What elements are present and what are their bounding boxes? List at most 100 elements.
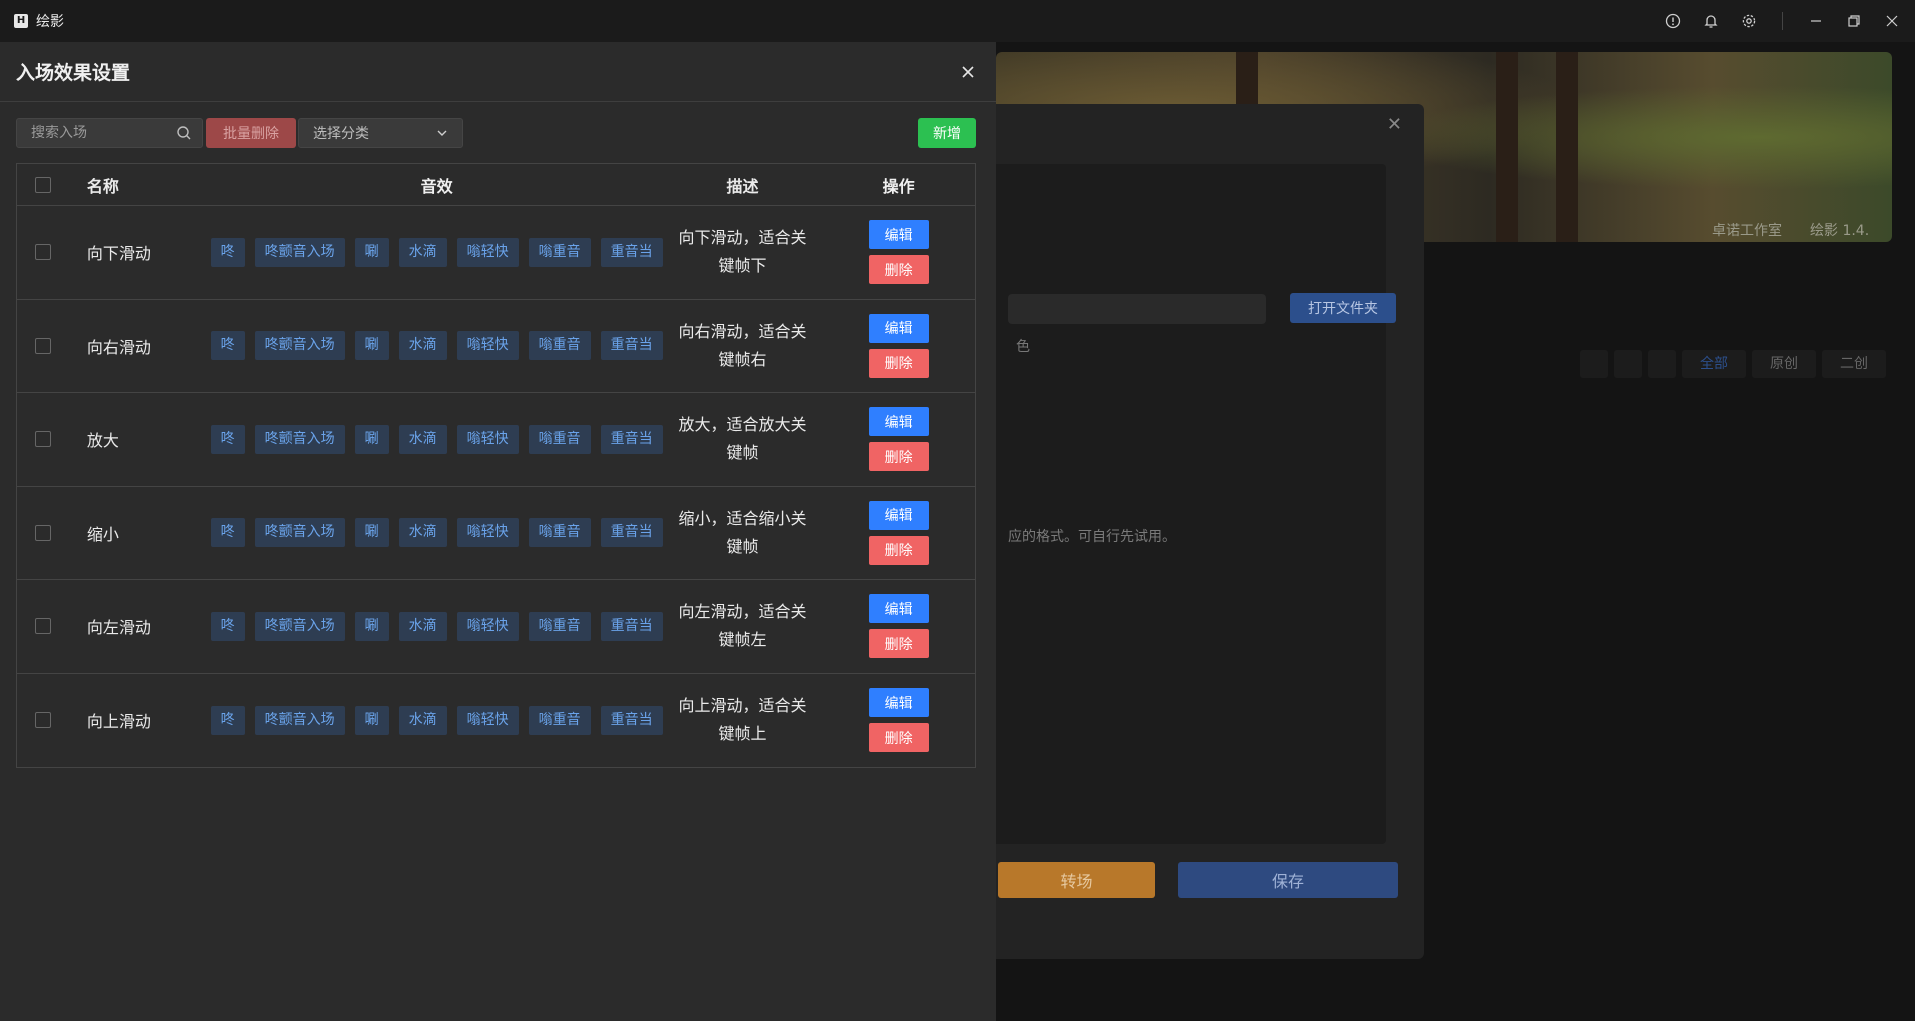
- delete-button[interactable]: 删除: [868, 348, 929, 378]
- minimize-icon[interactable]: [1805, 10, 1827, 32]
- open-folder-button: 打开文件夹: [1290, 293, 1396, 323]
- close-icon[interactable]: [958, 62, 978, 82]
- audio-tag[interactable]: 唰: [354, 424, 389, 454]
- audio-tag[interactable]: 咚: [210, 331, 245, 361]
- audio-tag[interactable]: 咚颤音入场: [254, 518, 345, 548]
- info-icon[interactable]: [1662, 10, 1684, 32]
- audio-tag[interactable]: 嗡轻快: [456, 518, 519, 548]
- audio-tag[interactable]: 咚颤音入场: [254, 424, 345, 454]
- bell-icon[interactable]: [1700, 10, 1722, 32]
- edit-button[interactable]: 编辑: [868, 688, 929, 718]
- search-input[interactable]: [17, 119, 167, 147]
- audio-tag[interactable]: 重音当: [600, 611, 663, 641]
- row-checkbox[interactable]: [34, 712, 51, 729]
- audio-tag[interactable]: 重音当: [600, 705, 663, 735]
- audio-tag[interactable]: 嗡重音: [528, 705, 591, 735]
- path-input: [1008, 294, 1266, 324]
- audio-tag[interactable]: 咚颤音入场: [254, 705, 345, 735]
- row-name: 向下滑动: [86, 244, 151, 264]
- row-audio-tags: 咚 咚颤音入场 唰 水滴 嗡轻快 嗡重音 重音当: [209, 611, 663, 641]
- audio-tag[interactable]: 嗡轻快: [456, 331, 519, 361]
- divider: [1782, 12, 1783, 30]
- audio-tag[interactable]: 水滴: [398, 705, 447, 735]
- audio-tag[interactable]: 唰: [354, 705, 389, 735]
- delete-button[interactable]: 删除: [868, 723, 929, 753]
- row-actions: 编辑 删除: [822, 407, 975, 472]
- gear-icon[interactable]: [1738, 10, 1760, 32]
- audio-tag[interactable]: 咚: [210, 705, 245, 735]
- row-checkbox[interactable]: [34, 524, 51, 541]
- edit-button[interactable]: 编辑: [868, 407, 929, 437]
- audio-tag[interactable]: 嗡轻快: [456, 705, 519, 735]
- table-row: 向上滑动 咚 咚颤音入场 唰 水滴 嗡轻快 嗡重音 重音当 向上滑动，适合关键帧…: [17, 674, 975, 768]
- save-button: 保存: [1178, 862, 1398, 898]
- add-button[interactable]: 新增: [918, 118, 976, 148]
- search-icon[interactable]: [176, 125, 192, 141]
- audio-tag[interactable]: 咚颤音入场: [254, 611, 345, 641]
- audio-tag[interactable]: 嗡重音: [528, 237, 591, 267]
- category-select-label: 选择分类: [313, 126, 369, 142]
- row-description: 放大，适合放大关键帧: [678, 415, 807, 463]
- audio-tag[interactable]: 嗡轻快: [456, 237, 519, 267]
- audio-tag[interactable]: 水滴: [398, 424, 447, 454]
- row-actions: 编辑 删除: [822, 688, 975, 753]
- column-header-name: 名称: [86, 176, 119, 196]
- audio-tag[interactable]: 嗡重音: [528, 518, 591, 548]
- chevron-down-icon: [436, 127, 448, 139]
- audio-tag[interactable]: 水滴: [398, 518, 447, 548]
- row-name: 向左滑动: [86, 618, 151, 638]
- transition-button: 转场: [998, 862, 1155, 898]
- row-actions: 编辑 删除: [822, 313, 975, 378]
- audio-tag[interactable]: 嗡轻快: [456, 424, 519, 454]
- row-audio-tags: 咚 咚颤音入场 唰 水滴 嗡轻快 嗡重音 重音当: [209, 705, 663, 735]
- restore-icon[interactable]: [1843, 10, 1865, 32]
- audio-tag[interactable]: 嗡轻快: [456, 611, 519, 641]
- row-actions: 编辑 删除: [822, 594, 975, 659]
- audio-tag[interactable]: 重音当: [600, 237, 663, 267]
- audio-tag[interactable]: 嗡重音: [528, 611, 591, 641]
- category-select[interactable]: 选择分类: [298, 118, 463, 148]
- edit-button[interactable]: 编辑: [868, 220, 929, 250]
- row-name: 缩小: [86, 524, 119, 544]
- format-hint: 应的格式。可自行先试用。: [1008, 529, 1176, 545]
- table-header: 名称 音效 描述 操作: [17, 164, 975, 206]
- audio-tag[interactable]: 咚颤音入场: [254, 331, 345, 361]
- row-audio-tags: 咚 咚颤音入场 唰 水滴 嗡轻快 嗡重音 重音当: [209, 237, 663, 267]
- audio-tag[interactable]: 水滴: [398, 237, 447, 267]
- audio-tag[interactable]: 咚: [210, 424, 245, 454]
- audio-tag[interactable]: 重音当: [600, 331, 663, 361]
- edit-button[interactable]: 编辑: [868, 594, 929, 624]
- drawer-toolbar: 批量删除 选择分类 新增: [16, 118, 976, 148]
- audio-tag[interactable]: 水滴: [398, 331, 447, 361]
- select-all-checkbox[interactable]: [34, 176, 51, 193]
- audio-tag[interactable]: 咚: [210, 611, 245, 641]
- row-checkbox[interactable]: [34, 618, 51, 635]
- audio-tag[interactable]: 重音当: [600, 424, 663, 454]
- batch-delete-button[interactable]: 批量删除: [206, 118, 296, 148]
- audio-tag[interactable]: 嗡重音: [528, 331, 591, 361]
- row-description: 向左滑动，适合关键帧左: [678, 602, 807, 650]
- audio-tag[interactable]: 唰: [354, 237, 389, 267]
- edit-button[interactable]: 编辑: [868, 500, 929, 530]
- audio-tag[interactable]: 嗡重音: [528, 424, 591, 454]
- row-checkbox[interactable]: [34, 244, 51, 261]
- edit-button[interactable]: 编辑: [868, 313, 929, 343]
- delete-button[interactable]: 删除: [868, 255, 929, 285]
- audio-tag[interactable]: 咚: [210, 518, 245, 548]
- delete-button[interactable]: 删除: [868, 535, 929, 565]
- audio-tag[interactable]: 唰: [354, 611, 389, 641]
- search-icon: [1580, 350, 1608, 378]
- banner-version-text: 绘影 1.4.: [1810, 223, 1870, 239]
- delete-button[interactable]: 删除: [868, 442, 929, 472]
- audio-tag[interactable]: 水滴: [398, 611, 447, 641]
- audio-tag[interactable]: 咚: [210, 237, 245, 267]
- window-close-icon[interactable]: [1881, 10, 1903, 32]
- audio-tag[interactable]: 咚颤音入场: [254, 237, 345, 267]
- row-name: 放大: [86, 431, 119, 451]
- audio-tag[interactable]: 唰: [354, 518, 389, 548]
- delete-button[interactable]: 删除: [868, 629, 929, 659]
- audio-tag[interactable]: 重音当: [600, 518, 663, 548]
- row-checkbox[interactable]: [34, 431, 51, 448]
- row-checkbox[interactable]: [34, 337, 51, 354]
- audio-tag[interactable]: 唰: [354, 331, 389, 361]
